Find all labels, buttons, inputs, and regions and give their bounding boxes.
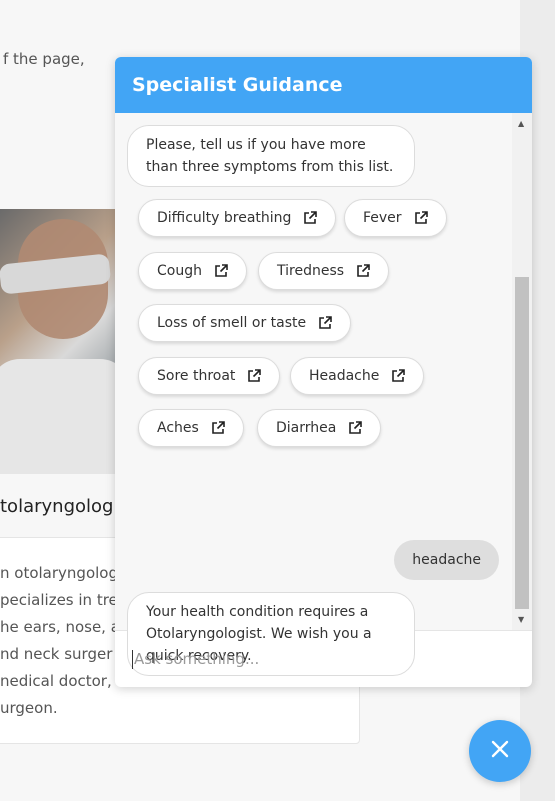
symptom-chip-loss-of-smell[interactable]: Loss of smell or taste [138,304,352,342]
page-text: f the page, [3,50,85,68]
close-icon [490,739,510,763]
text-caret [132,650,133,669]
symptom-chip-tiredness[interactable]: Tiredness [258,252,390,290]
doctor-photo [0,209,118,474]
external-link-icon [318,316,332,330]
scrollbar-thumb[interactable] [515,277,529,609]
chat-messages: Please, tell us if you have more than th… [115,113,532,676]
symptom-chip-difficulty-breathing[interactable]: Difficulty breathing [138,199,337,237]
chat-input[interactable] [132,648,516,669]
chat-scrollbar[interactable]: ▲ ▼ [512,113,532,630]
external-link-icon [247,369,262,383]
symptom-chip-sore-throat[interactable]: Sore throat [138,357,281,395]
external-link-icon [414,211,428,225]
scroll-up-icon[interactable]: ▲ [518,119,524,128]
chat-title: Specialist Guidance [132,74,343,96]
symptom-chip-cough[interactable]: Cough [138,252,247,290]
external-link-icon [348,421,363,435]
external-link-icon [211,421,225,435]
external-link-icon [303,211,318,225]
symptom-chip-diarrhea[interactable]: Diarrhea [257,409,382,447]
external-link-icon [356,264,370,278]
close-chat-button[interactable] [469,720,531,782]
card-title: tolaryngolog [0,496,114,517]
symptom-chip-headache[interactable]: Headache [290,357,425,395]
external-link-icon [214,264,228,278]
scroll-down-icon[interactable]: ▼ [518,615,524,624]
chat-widget: Specialist Guidance Please, tell us if y… [115,57,532,687]
symptom-chip-aches[interactable]: Aches [138,409,244,447]
chat-input-bar [115,630,532,687]
symptom-chip-fever[interactable]: Fever [344,199,447,237]
chat-header: Specialist Guidance [115,57,532,113]
bot-message: Please, tell us if you have more than th… [127,125,415,187]
external-link-icon [391,369,406,383]
card-text: n otolaryngolog pecializes in tre he ear… [0,564,127,717]
user-message: headache [394,540,499,580]
